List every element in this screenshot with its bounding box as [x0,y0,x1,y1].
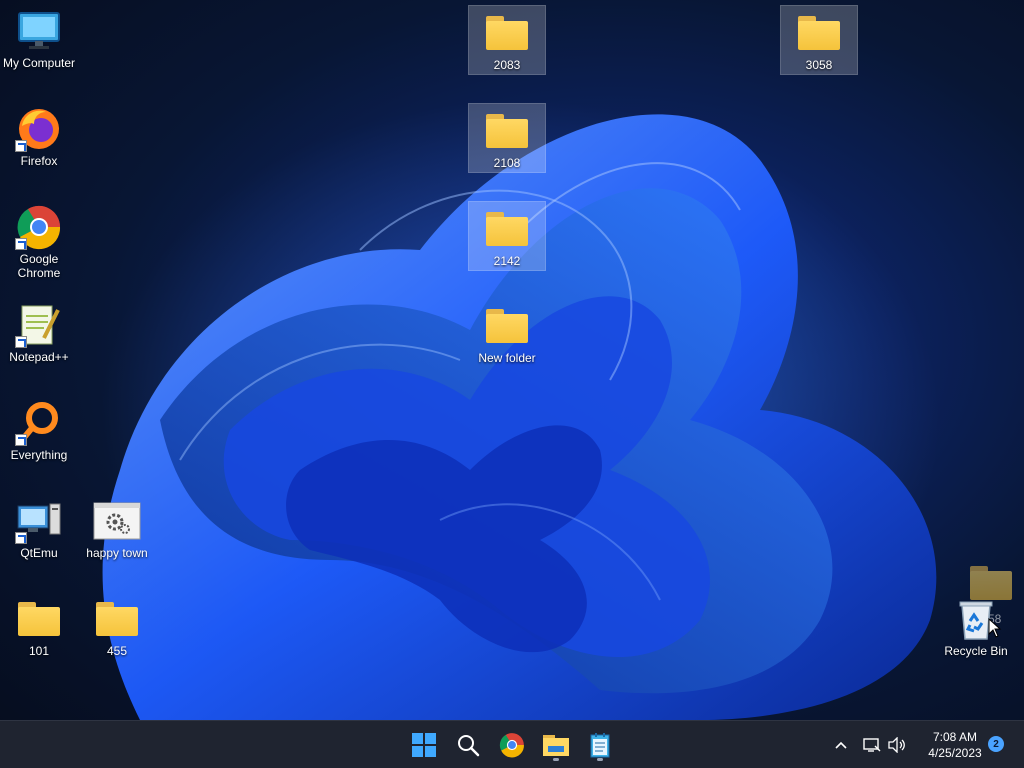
show-hidden-icons-button[interactable] [832,721,850,768]
google-chrome-shortcut[interactable]: Google Chrome [0,200,78,284]
shortcut-arrow-icon [15,140,27,152]
firefox-label: Firefox [20,154,58,168]
volume-control[interactable] [886,721,908,768]
my-computer-shortcut[interactable]: My Computer [0,4,78,74]
folder-2083[interactable]: 2083 [468,5,546,75]
recycle-bin-label: Recycle Bin [944,644,1008,658]
folder-3058[interactable]: 3058 [780,5,858,75]
folder-icon [795,10,843,56]
folder-3058-label: 3058 [805,58,833,72]
folder-101[interactable]: 101 [0,592,78,662]
folder-2142-label: 2142 [493,254,521,268]
folder-2108-label: 2108 [493,156,521,170]
notification-badge[interactable]: 2 [988,736,1004,752]
running-indicator [553,758,559,761]
happy-town-label: happy town [86,546,148,560]
clock[interactable]: 7:08 AM 4/25/2023 [916,729,994,761]
folder-icon [483,206,531,252]
folder-icon [15,596,63,642]
folder-icon [483,10,531,56]
notepad-icon [590,733,610,758]
taskbar-notepad-button[interactable] [582,727,618,763]
folder-2083-label: 2083 [493,58,521,72]
start-icon [412,733,436,757]
speaker-icon [888,737,905,753]
everything-label: Everything [10,448,68,462]
taskbar-file-explorer-button[interactable] [538,727,574,763]
recycle-bin-icon [952,596,1002,642]
qtemu-icon [15,498,63,544]
recycle-bin[interactable]: Recycle Bin [936,592,1016,662]
chrome-icon [499,733,524,758]
desktop[interactable]: My Computer Firefox Google Chrome Notepa… [0,0,1024,720]
happy-town-shortcut[interactable]: happy town [78,494,156,564]
everything-search-icon [15,400,63,446]
shortcut-arrow-icon [15,532,27,544]
folder-icon [93,596,141,642]
google-chrome-label: Google Chrome [17,252,61,280]
start-button[interactable] [406,727,442,763]
new-folder-label: New folder [478,351,536,365]
settings-file-icon [93,498,141,544]
taskbar-chrome-button[interactable] [494,727,530,763]
folder-101-label: 101 [28,644,50,658]
monitor-icon [15,8,63,54]
folder-2108[interactable]: 2108 [468,103,546,173]
chevron-up-icon [835,741,847,749]
chrome-icon [15,204,63,250]
qtemu-shortcut[interactable]: QtEmu [0,494,78,564]
network-icon [863,738,881,752]
folder-455[interactable]: 455 [78,592,156,662]
folder-icon [483,108,531,154]
file-explorer-icon [543,735,569,756]
shortcut-arrow-icon [15,336,27,348]
notepadpp-label: Notepad++ [9,350,69,364]
folder-2142[interactable]: 2142 [468,201,546,271]
my-computer-label: My Computer [2,56,76,70]
search-button[interactable] [450,727,486,763]
everything-shortcut[interactable]: Everything [0,396,78,466]
notepadpp-shortcut[interactable]: Notepad++ [0,298,78,368]
qtemu-label: QtEmu [20,546,58,560]
firefox-shortcut[interactable]: Firefox [0,102,78,172]
shortcut-arrow-icon [15,434,27,446]
clock-time: 7:08 AM [932,730,978,744]
network-status[interactable] [862,721,882,768]
notepadpp-icon [15,302,63,348]
clock-date: 4/25/2023 [928,746,982,760]
folder-icon [483,303,531,349]
folder-455-label: 455 [106,644,128,658]
new-folder[interactable]: New folder [468,299,546,369]
taskbar: 7:08 AM 4/25/2023 [0,720,1024,768]
firefox-icon [15,106,63,152]
running-indicator [597,758,603,761]
shortcut-arrow-icon [15,238,27,250]
mouse-cursor-icon [988,618,1002,638]
search-icon [458,735,480,757]
